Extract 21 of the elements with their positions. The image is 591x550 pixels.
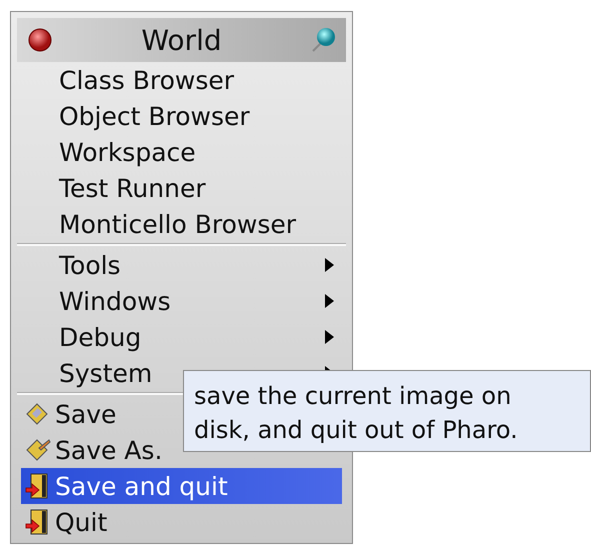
menu-item[interactable]: Windows <box>21 283 342 319</box>
menu-item[interactable]: Tools <box>21 247 342 283</box>
door-exit-icon <box>25 509 49 535</box>
menu-item[interactable]: Quit <box>21 504 342 540</box>
tooltip-text: disk, and quit out of Pharo. <box>194 415 519 446</box>
menu-title: World <box>141 24 222 56</box>
menu-item[interactable]: Save and quit <box>21 468 342 504</box>
menu-item[interactable]: Debug <box>21 319 342 355</box>
door-exit-icon <box>25 473 49 499</box>
tooltip-text: save the current image on <box>194 381 512 412</box>
submenu-arrow-icon <box>325 258 334 272</box>
menu-item[interactable]: Class Browser <box>21 62 342 98</box>
floppy-disk-pencil-icon <box>25 438 51 462</box>
menu-item[interactable]: Monticello Browser <box>21 206 342 242</box>
menu-item[interactable]: Test Runner <box>21 170 342 206</box>
close-icon[interactable] <box>27 27 53 53</box>
pin-icon[interactable] <box>310 27 336 53</box>
menu-item[interactable]: Workspace <box>21 134 342 170</box>
submenu-arrow-icon <box>325 330 334 344</box>
submenu-arrow-icon <box>325 294 334 308</box>
menu-item[interactable]: Object Browser <box>21 98 342 134</box>
